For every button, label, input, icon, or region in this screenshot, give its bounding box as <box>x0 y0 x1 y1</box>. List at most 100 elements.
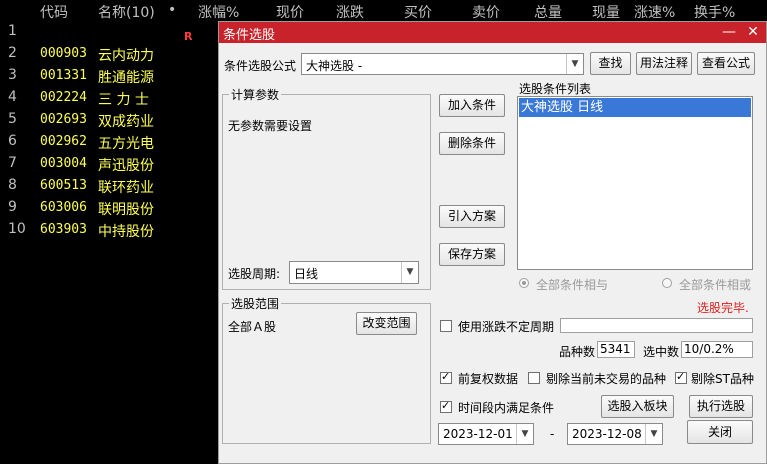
count-field: 5341 <box>597 341 635 358</box>
remove-st-checkbox[interactable] <box>675 370 687 384</box>
table-row[interactable]: 10 603903 中持股份 <box>0 221 220 243</box>
table-row[interactable]: 7 003004 声迅股份 <box>0 155 220 177</box>
table-row[interactable]: 2 000903 云内动力 <box>0 45 220 67</box>
stock-name: 三 力 士 <box>98 92 149 108</box>
view-formula-button[interactable]: 查看公式 <box>697 52 755 75</box>
selected-label: 选中数 <box>643 345 680 359</box>
all-or-radio[interactable] <box>662 278 672 288</box>
row-index: 9 <box>8 199 17 215</box>
stock-name: 胜通能源 <box>98 70 154 86</box>
header-price[interactable]: 现价 <box>276 2 304 22</box>
row-index: 6 <box>8 133 17 149</box>
end-date-picker[interactable]: 2023-12-08 ▼ <box>567 423 663 445</box>
add-condition-button[interactable]: 加入条件 <box>439 94 505 117</box>
chevron-down-icon[interactable]: ▼ <box>401 262 418 283</box>
formula-label: 条件选股公式 <box>224 59 297 73</box>
header-name[interactable]: 名称(10) <box>98 2 155 22</box>
remove-untraded-label: 剔除当前未交易的品种 <box>546 372 667 386</box>
header-bid[interactable]: 买价 <box>404 2 432 22</box>
row-index: 3 <box>8 67 17 83</box>
change-range-button[interactable]: 改变范围 <box>356 312 417 335</box>
remove-untraded-checkbox[interactable] <box>528 372 540 384</box>
all-and-radio[interactable] <box>519 278 529 288</box>
header-pct[interactable]: 涨幅% <box>198 2 239 22</box>
row-index: 7 <box>8 155 17 171</box>
table-row[interactable]: 9 603006 联明股份 <box>0 199 220 221</box>
stock-name: 五方光电 <box>98 136 154 152</box>
header-ask[interactable]: 卖价 <box>472 2 500 22</box>
header-dot: • <box>168 2 177 18</box>
row-index: 5 <box>8 111 17 127</box>
row-index: 10 <box>8 221 26 237</box>
header-speed[interactable]: 涨速% <box>634 2 675 22</box>
within-period-checkbox[interactable] <box>440 399 452 413</box>
start-date-picker[interactable]: 2023-12-01 ▼ <box>438 423 534 445</box>
end-date-value: 2023-12-08 <box>572 427 642 441</box>
calc-params-group: 计算参数 无参数需要设置 选股周期: 日线 ▼ <box>222 86 431 290</box>
save-plan-button[interactable]: 保存方案 <box>439 243 505 266</box>
all-or-label: 全部条件相或 <box>679 278 752 292</box>
header-change[interactable]: 涨跌 <box>336 2 364 22</box>
table-row[interactable]: 3 001331 胜通能源 <box>0 67 220 89</box>
selected-field: 10/0.2% <box>681 341 753 358</box>
row-index: 8 <box>8 177 17 193</box>
header-code[interactable]: 代码 <box>40 2 68 22</box>
table-row[interactable]: 4 002224 三 力 士 <box>0 89 220 111</box>
close-button[interactable]: 关闭 <box>687 420 753 444</box>
delete-condition-button[interactable]: 删除条件 <box>439 132 505 155</box>
dialog-titlebar[interactable]: 条件选股 — ✕ <box>219 22 766 43</box>
selected-value: 10/0.2% <box>684 342 734 356</box>
stock-name: 中持股份 <box>98 224 154 240</box>
header-turnover[interactable]: 换手% <box>694 2 735 22</box>
row-index: 2 <box>8 45 17 61</box>
minimize-icon[interactable]: — <box>718 23 740 42</box>
status-text: 选股完毕. <box>697 301 749 315</box>
stock-table-header: 代码 名称(10) • 涨幅% 现价 涨跌 买价 卖价 总量 现量 涨速% 换手… <box>0 0 767 22</box>
period-field[interactable] <box>560 318 753 333</box>
stock-name: 声迅股份 <box>98 158 154 174</box>
count-value: 5341 <box>600 342 631 356</box>
stock-name: 双成药业 <box>98 114 154 130</box>
pre-adjust-checkbox[interactable] <box>440 370 452 384</box>
usage-notes-button[interactable]: 用法注释 <box>636 52 692 75</box>
header-volume[interactable]: 总量 <box>534 2 562 22</box>
conditions-list[interactable]: 大神选股 日线 <box>517 96 753 270</box>
row-index: 1 <box>8 23 17 39</box>
date-dash: - <box>550 427 555 441</box>
header-curvol[interactable]: 现量 <box>592 2 620 22</box>
start-date-value: 2023-12-01 <box>443 427 513 441</box>
conditions-title: 选股条件列表 <box>519 82 592 96</box>
condition-item[interactable]: 大神选股 日线 <box>519 98 751 117</box>
stock-code: 003004 <box>40 156 87 171</box>
chevron-down-icon[interactable]: ▼ <box>566 54 583 74</box>
chevron-down-icon[interactable]: ▼ <box>645 424 662 444</box>
condition-select-dialog: 条件选股 — ✕ 条件选股公式 大神选股 - ▼ 查找 用法注释 查看公式 计算… <box>218 21 767 464</box>
period-label: 选股周期: <box>228 267 281 281</box>
stock-code: 603903 <box>40 222 87 237</box>
use-period-checkbox[interactable] <box>440 320 452 332</box>
dialog-title: 条件选股 <box>223 28 276 43</box>
import-plan-button[interactable]: 引入方案 <box>439 205 505 228</box>
range-title: 选股范围 <box>229 295 282 312</box>
stock-code: 600513 <box>40 178 87 193</box>
execute-button[interactable]: 执行选股 <box>689 395 753 418</box>
table-row[interactable]: 6 002962 五方光电 <box>0 133 220 155</box>
stock-name: 联环药业 <box>98 180 154 196</box>
period-combo[interactable]: 日线 ▼ <box>289 261 419 284</box>
stock-code: 000903 <box>40 46 87 61</box>
chevron-down-icon[interactable]: ▼ <box>516 424 533 444</box>
close-icon[interactable]: ✕ <box>742 23 764 42</box>
calc-params-title: 计算参数 <box>229 86 282 103</box>
table-row[interactable]: 8 600513 联环药业 <box>0 177 220 199</box>
stock-code: 002962 <box>40 134 87 149</box>
to-board-button[interactable]: 选股入板块 <box>601 395 674 418</box>
stock-code: 001331 <box>40 68 87 83</box>
r-mark: R <box>184 30 193 43</box>
pre-adjust-label: 前复权数据 <box>458 372 519 386</box>
table-row[interactable]: 5 002693 双成药业 <box>0 111 220 133</box>
formula-combo[interactable]: 大神选股 - ▼ <box>301 53 584 75</box>
use-period-label: 使用涨跌不定周期 <box>458 320 555 334</box>
count-label: 品种数 <box>559 345 596 359</box>
within-period-label: 时间段内满足条件 <box>458 401 555 415</box>
find-button[interactable]: 查找 <box>590 52 631 75</box>
